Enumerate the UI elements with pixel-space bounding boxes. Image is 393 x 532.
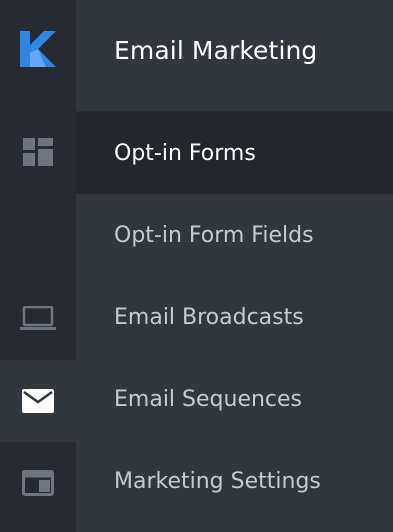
menu-item-label: Email Broadcasts (114, 304, 304, 330)
menu-item-label: Marketing Settings (114, 468, 321, 494)
menu-item-email-broadcasts[interactable]: Email Broadcasts (76, 276, 393, 358)
logo-link[interactable] (0, 8, 76, 90)
menu-item-opt-in-form-fields[interactable]: Opt-in Form Fields (76, 194, 393, 276)
dashboard-icon (23, 138, 53, 166)
menu-item-marketing-settings[interactable]: Marketing Settings (76, 440, 393, 522)
envelope-icon (22, 389, 54, 413)
panel-header: Email Marketing (76, 0, 393, 112)
panel-title: Email Marketing (114, 36, 318, 65)
menu-item-label: Opt-in Forms (114, 140, 256, 166)
menu-item-label: Opt-in Form Fields (114, 222, 314, 248)
layout-window-icon (22, 470, 54, 496)
menu-item-opt-in-forms[interactable]: Opt-in Forms (76, 112, 393, 194)
laptop-icon (20, 306, 56, 332)
app-shell: Email Marketing Opt-in Forms Opt-in Form… (0, 0, 393, 532)
rail-item-dashboard[interactable] (0, 111, 76, 193)
menu-item-label: Email Sequences (114, 386, 303, 412)
menu-item-email-sequences[interactable]: Email Sequences (76, 358, 393, 440)
k-logo-icon (20, 31, 56, 67)
rail-item-email[interactable] (0, 360, 76, 442)
rail-item-laptop[interactable] (0, 278, 76, 360)
rail-item-settings[interactable] (0, 442, 76, 524)
submenu-panel: Email Marketing Opt-in Forms Opt-in Form… (76, 0, 393, 532)
icon-rail (0, 0, 76, 532)
